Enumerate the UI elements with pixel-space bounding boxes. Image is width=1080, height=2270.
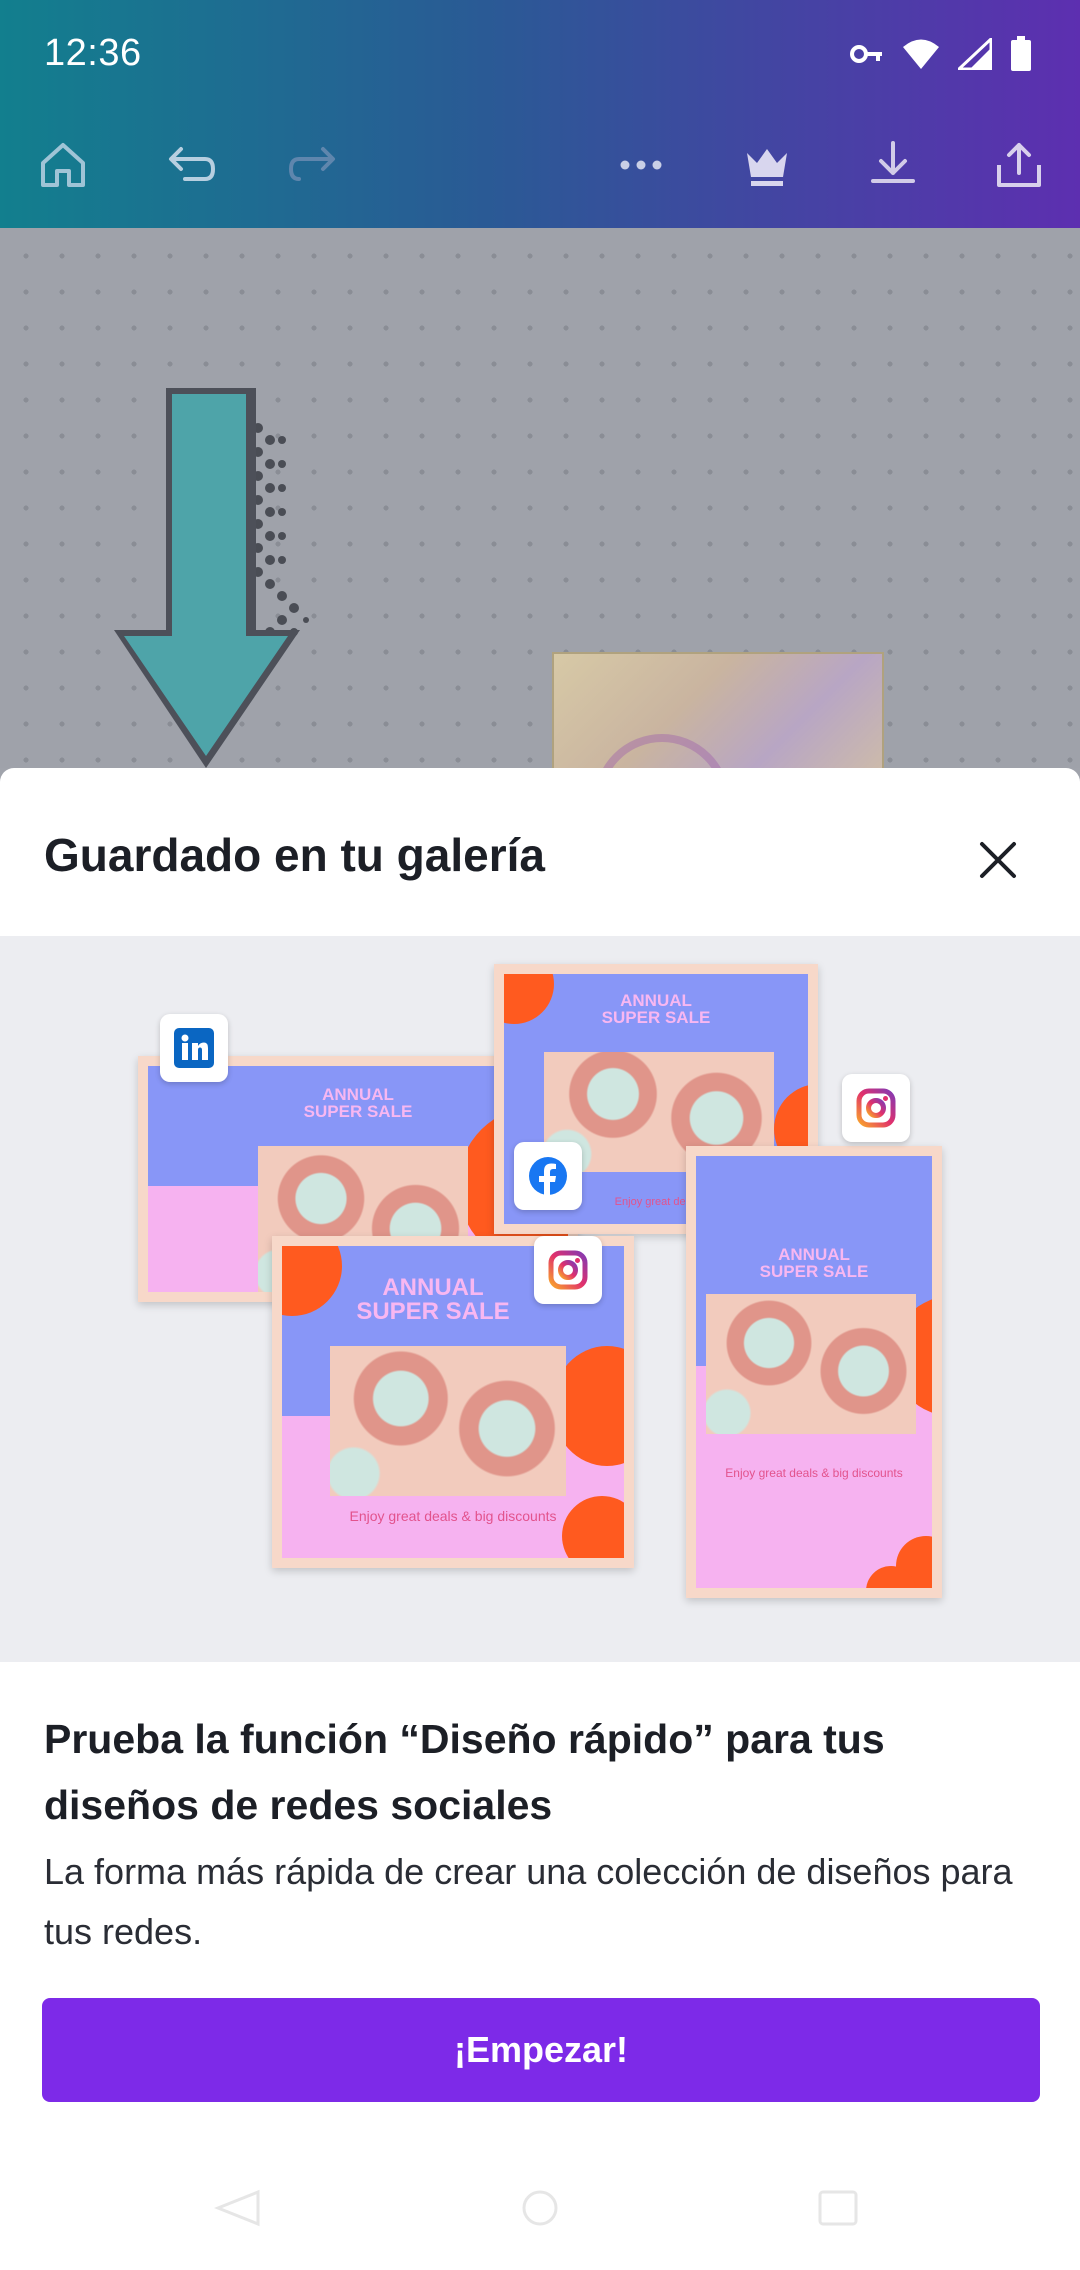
promo-heading: Prueba la función “Diseño rápido” para t…: [44, 1716, 885, 1828]
download-icon: [871, 141, 915, 183]
more-button[interactable]: [606, 130, 676, 200]
redo-icon: [288, 147, 335, 181]
crown-icon: [747, 149, 787, 186]
instagram-badge: [534, 1236, 602, 1304]
sheet-title: Guardado en tu galería: [44, 829, 545, 881]
back-nav-icon[interactable]: [214, 2188, 262, 2228]
arrow-graphic: [114, 388, 309, 768]
card-tagline: Enjoy great deals & big discounts: [725, 1466, 903, 1480]
photo-graphic: [552, 652, 884, 768]
facebook-icon: [529, 1157, 567, 1196]
instagram-icon: [856, 1088, 896, 1128]
promo-card-instagram-story: ANNUAL SUPER SALE Enjoy great deals & bi…: [686, 1146, 942, 1598]
saved-bottom-sheet: Guardado en tu galería ANNUAL SUPER SALE: [0, 768, 1080, 2270]
battery-icon: [1010, 36, 1032, 77]
vpn-key-icon: [850, 43, 884, 70]
card-headline: ANNUAL SUPER SALE: [601, 991, 711, 1027]
instagram-icon: [548, 1250, 588, 1290]
card-tagline: Enjoy great deals & big discounts: [349, 1508, 557, 1524]
instagram-badge: [842, 1074, 910, 1142]
premium-button[interactable]: [732, 130, 802, 200]
facebook-badge: [514, 1142, 582, 1210]
home-nav-icon[interactable]: [518, 2188, 562, 2228]
linkedin-icon: [174, 1028, 214, 1068]
undo-button[interactable]: [156, 130, 226, 200]
status-time: 12:36: [44, 32, 142, 74]
download-button[interactable]: [858, 130, 928, 200]
promo-description: La forma más rápida de crear una colecci…: [44, 1851, 1013, 1952]
signal-icon: [955, 35, 993, 75]
share-button[interactable]: [984, 130, 1054, 200]
close-button[interactable]: [966, 828, 1030, 892]
home-button[interactable]: [28, 130, 98, 200]
promo-illustration: ANNUAL SUPER SALE ANNUAL SUPER SALE Enjo…: [0, 936, 1080, 1662]
redo-button[interactable]: [278, 130, 348, 200]
editor-top-bar: 12:36: [0, 0, 1080, 228]
home-icon: [41, 143, 85, 187]
design-canvas[interactable]: [0, 228, 1080, 768]
recents-nav-icon[interactable]: [816, 2188, 860, 2228]
more-icon: [620, 160, 662, 170]
linkedin-badge: [160, 1014, 228, 1082]
start-button[interactable]: ¡Empezar!: [42, 1998, 1040, 2102]
share-icon: [997, 143, 1041, 187]
status-icons: [850, 35, 1032, 77]
wifi-icon: [902, 38, 940, 75]
card-headline: ANNUAL SUPER SALE: [759, 1245, 869, 1281]
undo-icon: [169, 147, 216, 181]
close-icon: [980, 842, 1016, 878]
